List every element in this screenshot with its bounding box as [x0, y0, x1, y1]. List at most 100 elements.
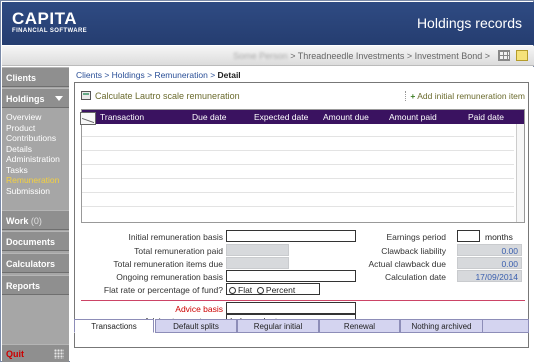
percent-radio[interactable] — [256, 287, 264, 294]
calculator-icon — [81, 91, 91, 100]
total-paid-value — [226, 244, 289, 256]
work-count-badge: (0) — [30, 216, 42, 226]
column-header-paid-date[interactable]: Paid date — [468, 112, 504, 122]
quit-label: Quit — [6, 349, 24, 359]
sidebar-item-label: Holdings — [6, 94, 45, 104]
client-name-redacted: Some Person — [233, 51, 288, 61]
actual-clawback-value: 0.00 — [457, 257, 522, 269]
sidebar-item-label: Work — [6, 216, 29, 226]
breadcrumb-clients[interactable]: Clients — [76, 70, 102, 80]
table-row[interactable] — [82, 194, 514, 207]
calculation-date-value: 17/09/2014 — [457, 270, 522, 282]
column-header-expected-date[interactable]: Expected date — [254, 112, 308, 122]
breadcrumb-separator: > — [406, 51, 413, 61]
earnings-period-label: Earnings period — [386, 232, 446, 242]
bottom-tab-bar: Transactions Default splits Regular init… — [74, 319, 529, 333]
sidebar-item-label: Calculators — [6, 259, 56, 269]
remuneration-panel: Calculate Lautro scale remuneration + Ad… — [74, 82, 529, 348]
page-breadcrumb: Clients > Holdings > Remuneration > Deta… — [76, 70, 241, 80]
sidebar-sub-contributions[interactable]: Contributions — [6, 133, 56, 144]
add-initial-remuneration-label: Add initial remuneration item — [417, 91, 525, 101]
calculation-date-label: Calculation date — [385, 272, 446, 282]
column-header-amount-paid[interactable]: Amount paid — [389, 112, 437, 122]
breadcrumb-current: Detail — [217, 70, 241, 80]
ongoing-basis-label: Ongoing remuneration basis — [116, 272, 223, 282]
sidebar-item-label: Clients — [6, 73, 37, 83]
tab-regular-initial[interactable]: Regular initial — [237, 319, 319, 333]
table-row[interactable] — [82, 138, 514, 151]
tab-default-splits[interactable]: Default splits — [155, 319, 237, 333]
sidebar-sub-administration[interactable]: Administration — [6, 154, 60, 165]
tab-renewal[interactable]: Renewal — [319, 319, 400, 333]
table-scrollbar[interactable] — [516, 124, 524, 222]
calculate-lautro-button[interactable]: Calculate Lautro scale remuneration — [81, 91, 240, 101]
clawback-liability-label: Clawback liability — [381, 246, 446, 256]
column-header-amount-due[interactable]: Amount due — [323, 112, 369, 122]
months-label: months — [485, 232, 513, 242]
flat-or-percent-radio-group: Flat Percent — [226, 283, 320, 295]
ongoing-basis-input[interactable] — [226, 270, 356, 282]
sticky-note-icon[interactable] — [516, 50, 528, 61]
breadcrumb-provider[interactable]: Threadneedle Investments — [298, 51, 405, 61]
logo-main: CAPITA — [12, 9, 78, 28]
calculate-lautro-label: Calculate Lautro scale remuneration — [95, 91, 240, 101]
sidebar-sub-remuneration[interactable]: Remuneration — [6, 175, 59, 186]
quit-button[interactable]: Quit — [2, 344, 69, 362]
breadcrumb-separator: > — [484, 51, 490, 61]
initial-basis-input[interactable] — [226, 230, 356, 242]
breadcrumb-remuneration[interactable]: Remuneration — [154, 70, 207, 80]
earnings-period-input[interactable] — [457, 230, 480, 242]
sidebar-item-label: Documents — [6, 237, 56, 247]
add-initial-remuneration-button[interactable]: + Add initial remuneration item — [405, 91, 525, 101]
grid-view-icon[interactable] — [498, 50, 510, 61]
table-row[interactable] — [82, 152, 514, 165]
clawback-liability-value: 0.00 — [457, 244, 522, 256]
sidebar-item-reports[interactable]: Reports — [2, 275, 69, 295]
capita-logo: CAPITA FINANCIAL SOFTWARE — [12, 10, 87, 34]
breadcrumb-separator: > — [207, 70, 218, 80]
table-header: Transaction Due date Expected date Amoun… — [80, 110, 524, 125]
initial-basis-label: Initial remuneration basis — [128, 232, 224, 242]
table-row[interactable] — [82, 124, 514, 137]
remuneration-table: Transaction Due date Expected date Amoun… — [80, 109, 525, 223]
column-header-transaction[interactable]: Transaction — [100, 112, 144, 122]
flat-or-percent-label: Flat rate or percentage of fund? — [103, 285, 223, 295]
tab-nothing-archived[interactable]: Nothing archived — [400, 319, 483, 333]
app-header: CAPITA FINANCIAL SOFTWARE Holdings recor… — [2, 2, 534, 45]
logo-sub: FINANCIAL SOFTWARE — [12, 28, 88, 34]
record-breadcrumb-bar: Some Person > Threadneedle Investments >… — [2, 46, 534, 66]
advice-basis-input[interactable] — [226, 302, 356, 314]
sidebar-item-documents[interactable]: Documents — [2, 231, 69, 251]
table-row[interactable] — [82, 166, 514, 179]
tab-transactions[interactable]: Transactions — [74, 319, 154, 333]
sidebar-item-work[interactable]: Work (0) — [2, 210, 69, 230]
sidebar-sub-submission[interactable]: Submission — [6, 186, 50, 197]
sidebar-item-clients[interactable]: Clients — [2, 67, 69, 87]
record-breadcrumb: Some Person > Threadneedle Investments >… — [233, 51, 490, 61]
breadcrumb-holdings[interactable]: Holdings — [112, 70, 145, 80]
flat-radio[interactable] — [229, 287, 236, 294]
tab-bar-filler — [483, 319, 529, 333]
sidebar-sub-overview[interactable]: Overview — [6, 112, 41, 123]
section-divider — [81, 300, 525, 301]
plus-icon: + — [410, 91, 416, 101]
table-row[interactable] — [82, 180, 514, 193]
total-due-label: Total remuneration items due — [113, 259, 223, 269]
main-content: Clients > Holdings > Remuneration > Deta… — [70, 67, 534, 362]
sidebar-item-calculators[interactable]: Calculators — [2, 253, 69, 273]
actual-clawback-label: Actual clawback due — [368, 259, 447, 269]
sidebar-item-holdings[interactable]: Holdings — [2, 88, 69, 108]
app-window: CAPITA FINANCIAL SOFTWARE Holdings recor… — [0, 0, 534, 362]
breadcrumb-product[interactable]: Investment Bond — [415, 51, 483, 61]
chevron-down-icon — [55, 96, 63, 101]
app-title: Holdings records — [416, 15, 522, 31]
resize-grip-icon[interactable] — [54, 349, 64, 359]
sidebar-sub-tasks[interactable]: Tasks — [6, 165, 28, 176]
sidebar-sub-product[interactable]: Product — [6, 123, 35, 134]
flat-radio-label: Flat — [238, 285, 253, 295]
sidebar-sub-details[interactable]: Details — [6, 144, 32, 155]
column-header-due-date[interactable]: Due date — [192, 112, 227, 122]
breadcrumb-separator: > — [290, 51, 296, 61]
percent-radio-label: Percent — [265, 285, 296, 295]
action-bar: Calculate Lautro scale remuneration + Ad… — [81, 90, 525, 104]
